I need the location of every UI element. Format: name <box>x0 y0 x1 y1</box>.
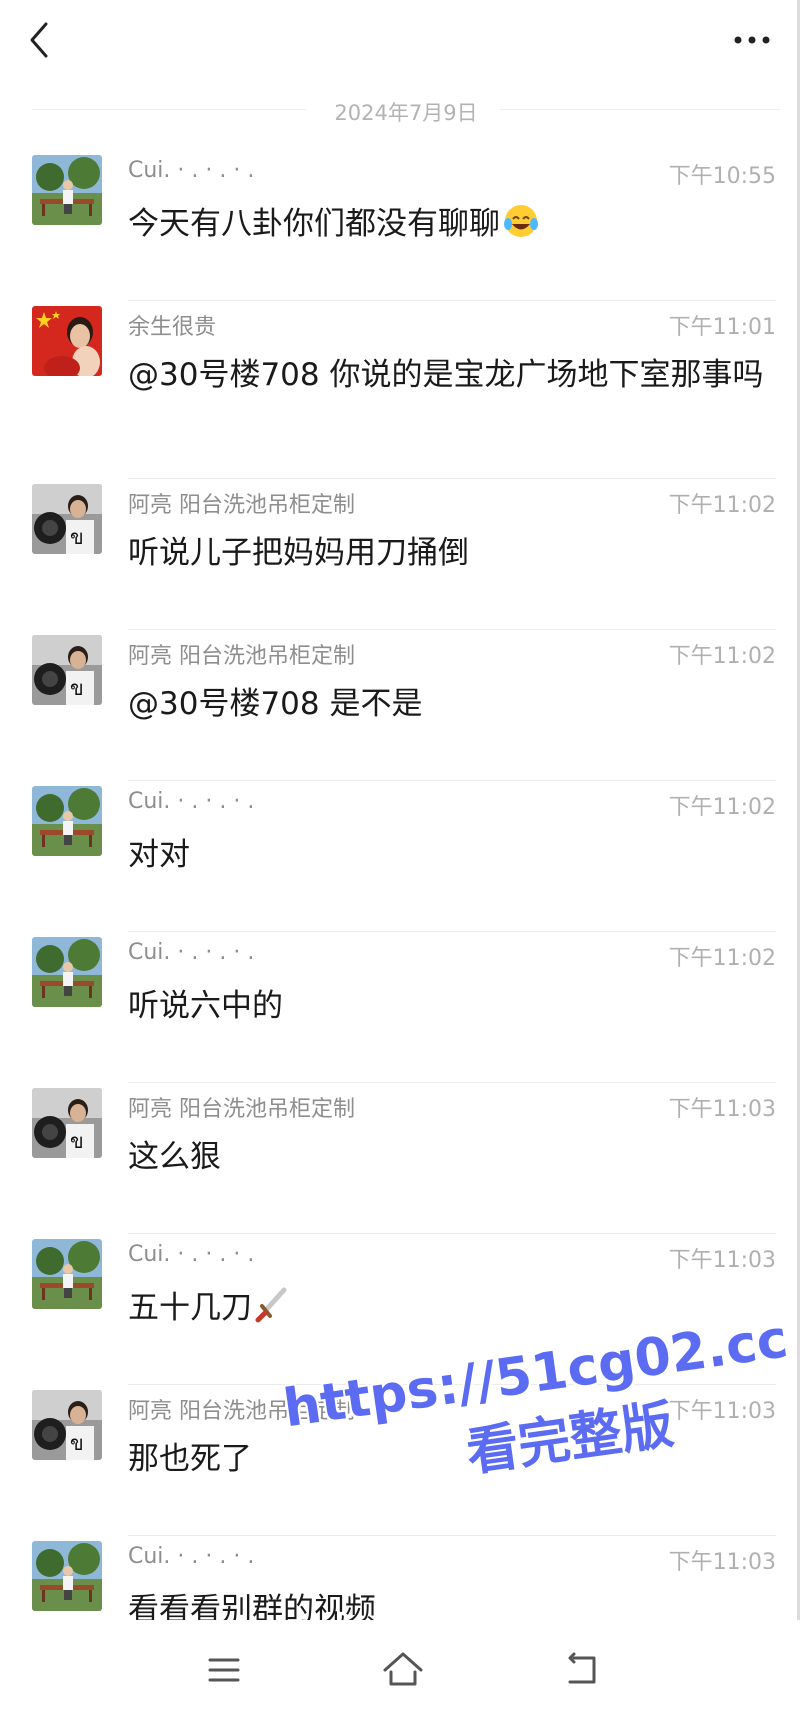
message-list[interactable]: Cui. · . · . · . 下午10:55 今天有八卦你们都没有聊聊 余生很贵下… <box>0 150 800 1620</box>
svg-text:ข: ข <box>70 525 84 549</box>
avatar[interactable]: ข <box>32 1088 102 1158</box>
message-item[interactable]: 余生很贵 下午11:01 @30号楼708 你说的是宝龙广场地下室那事吗 <box>0 301 800 479</box>
home-icon[interactable] <box>381 1648 425 1692</box>
avatar[interactable]: ข <box>32 635 102 705</box>
message-text-content: 对对 <box>128 837 190 873</box>
sender-name[interactable]: Cui. · . · . · . <box>128 158 254 183</box>
message-time: 下午11:03 <box>668 1399 776 1424</box>
menu-icon[interactable] <box>202 1648 246 1692</box>
message-time: 下午11:02 <box>668 644 776 669</box>
sender-name[interactable]: Cui. · . · . · . <box>128 940 254 965</box>
message-item[interactable]: Cui. · . · . · . 下午10:55 今天有八卦你们都没有聊聊 <box>0 150 800 301</box>
system-nav-bar <box>0 1620 800 1718</box>
sender-name[interactable]: 阿亮 阳台洗池吊柜定制 <box>128 638 355 670</box>
message-item[interactable]: ข 阿亮 阳台洗池吊柜定制 下午11:02 听说儿子把妈妈用刀捅倒 <box>0 479 800 630</box>
message-time: 下午11:03 <box>668 1248 776 1273</box>
message-time: 下午11:02 <box>668 493 776 518</box>
message-text[interactable]: 这么狠 <box>128 1133 768 1181</box>
message-text[interactable]: @30号楼708 是不是 <box>128 680 768 728</box>
sender-name[interactable]: Cui. · . · . · . <box>128 789 254 814</box>
message-item[interactable]: ข 阿亮 阳台洗池吊柜定制 下午11:03 那也死了 <box>0 1385 800 1536</box>
message-time: 下午10:55 <box>668 164 776 189</box>
sender-name[interactable]: 阿亮 阳台洗池吊柜定制 <box>128 487 355 519</box>
message-item[interactable]: ข 阿亮 阳台洗池吊柜定制 下午11:02 @30号楼708 是不是 <box>0 630 800 781</box>
message-item[interactable]: Cui. · . · . · . 下午11:03 看看看别群的视频 <box>0 1536 800 1620</box>
message-item[interactable]: ข 阿亮 阳台洗池吊柜定制 下午11:03 这么狠 <box>0 1083 800 1234</box>
message-time: 下午11:02 <box>668 946 776 971</box>
avatar[interactable] <box>32 937 102 1007</box>
message-text-content: @30号楼708 是不是 <box>128 686 423 722</box>
message-text[interactable]: 今天有八卦你们都没有聊聊 <box>128 200 768 254</box>
avatar[interactable]: ข <box>32 1390 102 1460</box>
message-text[interactable]: 听说六中的 <box>128 982 768 1030</box>
dagger-icon <box>254 1286 288 1338</box>
svg-text:ข: ข <box>70 676 84 700</box>
message-text-content: 看看看别群的视频 <box>128 1592 376 1620</box>
avatar[interactable] <box>32 306 102 376</box>
avatar[interactable] <box>32 1541 102 1611</box>
top-bar <box>0 0 800 80</box>
message-time: 下午11:03 <box>668 1097 776 1122</box>
date-divider: 2024年7月9日 <box>32 95 780 125</box>
message-text-content: 今天有八卦你们都没有聊聊 <box>128 206 500 242</box>
message-text[interactable]: 看看看别群的视频 <box>128 1586 768 1620</box>
message-text[interactable]: @30号楼708 你说的是宝龙广场地下室那事吗 <box>128 351 768 399</box>
message-item[interactable]: Cui. · . · . · . 下午11:02 对对 <box>0 781 800 932</box>
sender-name[interactable]: 阿亮 阳台洗池吊柜定制 <box>128 1091 355 1123</box>
sender-name[interactable]: 余生很贵 <box>128 309 216 341</box>
date-label: 2024年7月9日 <box>334 101 478 125</box>
message-text[interactable]: 听说儿子把妈妈用刀捅倒 <box>128 529 768 577</box>
sender-name[interactable]: Cui. · . · . · . <box>128 1242 254 1267</box>
message-text[interactable]: 那也死了 <box>128 1435 768 1483</box>
message-text-content: 这么狠 <box>128 1139 221 1175</box>
more-horizontal-icon[interactable] <box>730 26 774 54</box>
sender-name[interactable]: Cui. · . · . · . <box>128 1544 254 1569</box>
svg-text:ข: ข <box>70 1431 84 1455</box>
avatar[interactable]: ข <box>32 484 102 554</box>
message-text[interactable]: 对对 <box>128 831 768 879</box>
message-item[interactable]: Cui. · . · . · . 下午11:03 五十几刀 <box>0 1234 800 1385</box>
avatar[interactable] <box>32 155 102 225</box>
chevron-left-icon[interactable] <box>22 18 62 62</box>
message-text-content: 听说儿子把妈妈用刀捅倒 <box>128 535 469 571</box>
message-time: 下午11:02 <box>668 795 776 820</box>
message-text-content: 那也死了 <box>128 1441 252 1477</box>
message-time: 下午11:01 <box>668 315 776 340</box>
message-text[interactable]: 五十几刀 <box>128 1284 768 1338</box>
message-text-content: 五十几刀 <box>128 1290 252 1326</box>
message-item[interactable]: Cui. · . · . · . 下午11:02 听说六中的 <box>0 932 800 1083</box>
face-with-tears-of-joy-icon <box>502 202 540 254</box>
message-text-content: 听说六中的 <box>128 988 283 1024</box>
back-icon[interactable] <box>560 1648 604 1692</box>
sender-name[interactable]: 阿亮 阳台洗池吊柜定制 <box>128 1393 355 1425</box>
message-time: 下午11:03 <box>668 1550 776 1575</box>
avatar[interactable] <box>32 1239 102 1309</box>
svg-text:ข: ข <box>70 1129 84 1153</box>
avatar[interactable] <box>32 786 102 856</box>
message-text-content: @30号楼708 你说的是宝龙广场地下室那事吗 <box>128 357 764 393</box>
